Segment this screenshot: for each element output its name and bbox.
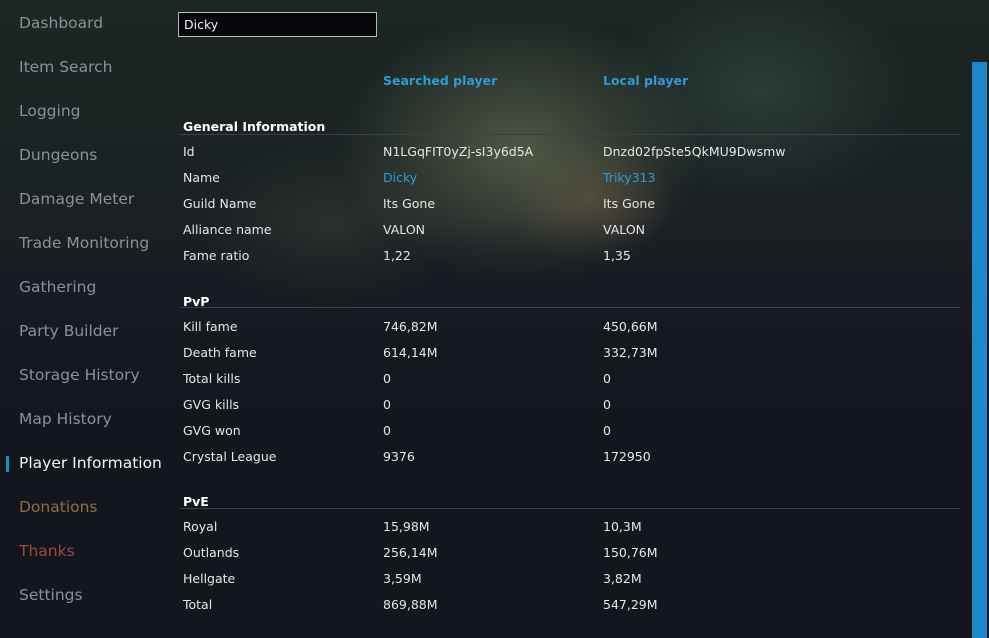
row-label: Total: [183, 597, 213, 612]
section-title-general: General Information: [183, 119, 326, 134]
table-row: Alliance name VALON VALON: [0, 222, 989, 242]
row-label: Crystal League: [183, 449, 277, 464]
local-value: Its Gone: [603, 196, 656, 211]
table-row: Crystal League 9376 172950: [0, 449, 989, 469]
searched-value: 746,82M: [383, 319, 438, 334]
local-value: 172950: [603, 449, 651, 464]
sidebar-item-logging[interactable]: Logging: [19, 98, 81, 124]
section-divider: [180, 307, 960, 308]
table-row: Hellgate 3,59M 3,82M: [0, 571, 989, 591]
local-value: 3,82M: [603, 571, 642, 586]
table-row: Guild Name Its Gone Its Gone: [0, 196, 989, 216]
column-header-searched-player: Searched player: [383, 73, 498, 88]
searched-value: 15,98M: [383, 519, 430, 534]
local-value: 0: [603, 397, 611, 412]
local-value: VALON: [603, 222, 646, 237]
searched-value: 3,59M: [383, 571, 422, 586]
row-label: Fame ratio: [183, 248, 250, 263]
table-row: Outlands 256,14M 150,76M: [0, 545, 989, 565]
local-value: 1,35: [603, 248, 631, 263]
searched-value: Its Gone: [383, 196, 436, 211]
row-label: Name: [183, 170, 220, 185]
table-row: Id N1LGqFIT0yZj-sI3y6d5A Dnzd02fpSte5QkMU9…: [0, 144, 989, 164]
local-value: 0: [603, 371, 611, 386]
player-search-input[interactable]: [178, 12, 377, 37]
row-label: Kill fame: [183, 319, 238, 334]
sidebar-item-donations[interactable]: Donations: [19, 494, 98, 520]
sidebar-item-dashboard[interactable]: Dashboard: [19, 10, 103, 36]
local-value: 547,29M: [603, 597, 658, 612]
sidebar-item-gathering[interactable]: Gathering: [19, 274, 96, 300]
table-row: Fame ratio 1,22 1,35: [0, 248, 989, 268]
table-row: Death fame 614,14M 332,73M: [0, 345, 989, 365]
player-name-link[interactable]: Dicky: [383, 170, 417, 185]
section-title-pve: PvE: [183, 494, 209, 509]
searched-value: 9376: [383, 449, 415, 464]
searched-value: 869,88M: [383, 597, 438, 612]
table-row: Total 869,88M 547,29M: [0, 597, 989, 617]
row-label: Alliance name: [183, 222, 272, 237]
local-value: 332,73M: [603, 345, 658, 360]
row-label: Hellgate: [183, 571, 236, 586]
searched-value: 1,22: [383, 248, 411, 263]
searched-value: VALON: [383, 222, 426, 237]
table-row: Name Dicky Triky313: [0, 170, 989, 190]
table-row: GVG kills 0 0: [0, 397, 989, 417]
row-label: Guild Name: [183, 196, 257, 211]
local-value: 450,66M: [603, 319, 658, 334]
row-label: Id: [183, 144, 195, 159]
local-value: Dnzd02fpSte5QkMU9Dwsmw: [603, 144, 786, 159]
column-header-local-player: Local player: [603, 73, 689, 88]
section-divider: [180, 508, 960, 509]
vertical-scrollbar[interactable]: [972, 62, 987, 638]
table-row: Kill fame 746,82M 450,66M: [0, 319, 989, 339]
row-label: Death fame: [183, 345, 257, 360]
table-row: Royal 15,98M 10,3M: [0, 519, 989, 539]
row-label: Royal: [183, 519, 218, 534]
row-label: GVG won: [183, 423, 241, 438]
row-label: Outlands: [183, 545, 240, 560]
searched-value: 0: [383, 397, 391, 412]
searched-value: 614,14M: [383, 345, 438, 360]
sidebar-item-item-search[interactable]: Item Search: [19, 54, 112, 80]
section-divider: [180, 134, 960, 135]
player-name-link[interactable]: Triky313: [603, 170, 655, 185]
table-row: Total kills 0 0: [0, 371, 989, 391]
searched-value: 256,14M: [383, 545, 438, 560]
row-label: GVG kills: [183, 397, 240, 412]
local-value: 10,3M: [603, 519, 642, 534]
searched-value: N1LGqFIT0yZj-sI3y6d5A: [383, 144, 534, 159]
local-value: 0: [603, 423, 611, 438]
table-row: GVG won 0 0: [0, 423, 989, 443]
row-label: Total kills: [183, 371, 241, 386]
local-value: 150,76M: [603, 545, 658, 560]
searched-value: 0: [383, 371, 391, 386]
searched-value: 0: [383, 423, 391, 438]
